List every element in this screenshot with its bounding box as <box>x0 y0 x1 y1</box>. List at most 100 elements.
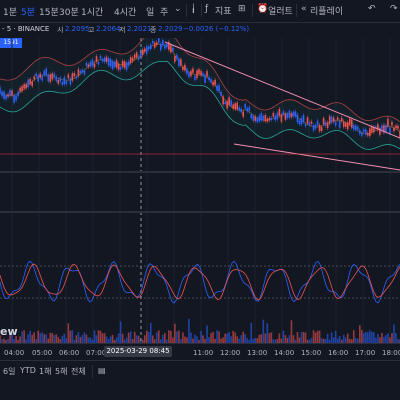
candle-body <box>131 57 134 61</box>
volume-bar <box>226 333 228 343</box>
range-all-button[interactable]: 전체 <box>71 366 86 377</box>
candle-body <box>27 79 29 88</box>
calendar-icon[interactable]: ▤ <box>98 366 106 375</box>
volume-bar <box>242 331 245 343</box>
candle-body <box>125 62 128 70</box>
candle-body <box>47 74 50 82</box>
volume-bar <box>49 332 52 343</box>
range-5y-button[interactable]: 5해 <box>55 366 67 377</box>
candle-body <box>332 117 335 122</box>
candle-body <box>53 73 56 78</box>
pane-separator[interactable] <box>0 171 400 173</box>
candle-body <box>178 58 180 67</box>
top-toolbar: 1분 5분 15분 30분 1시간 4시간 일 주 ⌄ ╽ ƒ 지표 ⊞ ⏰ 얼… <box>0 0 400 23</box>
replay-button[interactable]: 리플레이 <box>310 4 343 17</box>
candle-body <box>5 95 7 100</box>
candle-body <box>73 73 76 77</box>
undo-icon[interactable]: ↶ <box>368 4 376 14</box>
candle-body <box>166 44 168 48</box>
volume-bar <box>393 324 395 343</box>
candle-body <box>192 68 194 73</box>
timeframe-1m[interactable]: 1분 <box>3 5 17 18</box>
volume-bar <box>69 330 72 343</box>
bottom-toolbar: 6일 YTD 1해 5해 전체 ▤ <box>0 360 400 381</box>
candle-body <box>1 91 3 97</box>
volume-bar <box>202 335 204 343</box>
candle-body <box>320 127 323 131</box>
high-label: 고 <box>88 26 95 34</box>
range-6d-button[interactable]: 6일 <box>3 366 15 377</box>
candle-body <box>200 71 202 76</box>
time-label: 11:00 <box>193 349 214 357</box>
volume-bar <box>312 330 315 343</box>
range-1y-button[interactable]: 1해 <box>39 366 51 377</box>
candle-body <box>3 91 5 99</box>
candle-body <box>240 108 243 113</box>
timeframe-1w[interactable]: 주 <box>160 5 168 18</box>
replay-icon[interactable]: « <box>301 4 307 14</box>
chart-area[interactable] <box>0 38 400 343</box>
divider <box>186 4 187 17</box>
timeframe-1h[interactable]: 1시간 <box>81 5 103 18</box>
candle-body <box>338 120 341 128</box>
candle-body <box>318 124 321 132</box>
candle-body <box>151 41 154 44</box>
candle-body <box>371 126 373 133</box>
volume-bar <box>170 330 172 343</box>
candle-body <box>218 85 220 92</box>
alert-button[interactable]: 얼러트 <box>268 4 293 17</box>
stoch-k-line <box>0 260 400 304</box>
candle-body <box>103 57 106 63</box>
timeframe-15m[interactable]: 15분 <box>39 5 59 18</box>
candle-body <box>117 63 120 70</box>
time-label: 14:00 <box>274 349 295 357</box>
candle-body <box>111 61 114 69</box>
indicators-icon[interactable]: ƒ <box>205 4 208 14</box>
candle-body <box>0 87 1 93</box>
volume-bar <box>212 331 214 343</box>
candle-body <box>244 104 247 109</box>
candle-body <box>170 45 172 53</box>
volume-bar <box>168 330 170 343</box>
candle-body <box>234 103 236 110</box>
volume-bar <box>326 333 329 343</box>
chart-type-icon[interactable]: ╽ <box>191 4 196 13</box>
candle-body <box>208 77 210 81</box>
candle-body <box>230 100 232 107</box>
indicators-button[interactable]: 지표 <box>215 4 232 17</box>
timeframe-4h[interactable]: 4시간 <box>114 5 136 18</box>
time-axis[interactable]: 04:00 05:00 06:00 07:00 11:00 12:00 13:0… <box>0 343 400 360</box>
chevron-down-icon[interactable]: ⌄ <box>174 4 182 14</box>
candle-body <box>143 48 146 52</box>
volume-bar <box>83 332 86 343</box>
candle-body <box>89 61 92 67</box>
alert-icon[interactable]: ⏰ <box>257 4 268 14</box>
layout-icon[interactable]: ⊞ <box>238 4 246 14</box>
divider <box>92 365 93 378</box>
volume-bar <box>111 334 114 343</box>
candle-body <box>258 115 261 122</box>
candle-body <box>226 101 228 109</box>
timeframe-5m[interactable]: 5분 <box>21 5 35 18</box>
volume-bar <box>314 332 317 343</box>
candle-body <box>77 69 80 77</box>
candle-body <box>101 59 104 62</box>
candle-body <box>260 113 263 121</box>
redo-icon[interactable]: ↷ <box>390 4 398 14</box>
candle-body <box>300 118 303 125</box>
symbol-name[interactable]: - 5 · BINANCE <box>2 25 49 33</box>
candle-body <box>292 111 295 117</box>
candle-body <box>250 114 253 119</box>
volume-bar <box>31 334 33 343</box>
candle-body <box>121 60 124 67</box>
candle-body <box>282 111 285 116</box>
candle-body <box>174 56 176 62</box>
candle-body <box>97 61 100 65</box>
timeframe-1d[interactable]: 일 <box>146 5 154 18</box>
candle-body <box>157 38 160 43</box>
volume-bar <box>75 335 78 343</box>
pane-separator[interactable] <box>0 211 400 213</box>
candle-body <box>306 117 309 124</box>
range-ytd-button[interactable]: YTD <box>20 366 36 375</box>
timeframe-30m[interactable]: 30분 <box>59 5 79 18</box>
